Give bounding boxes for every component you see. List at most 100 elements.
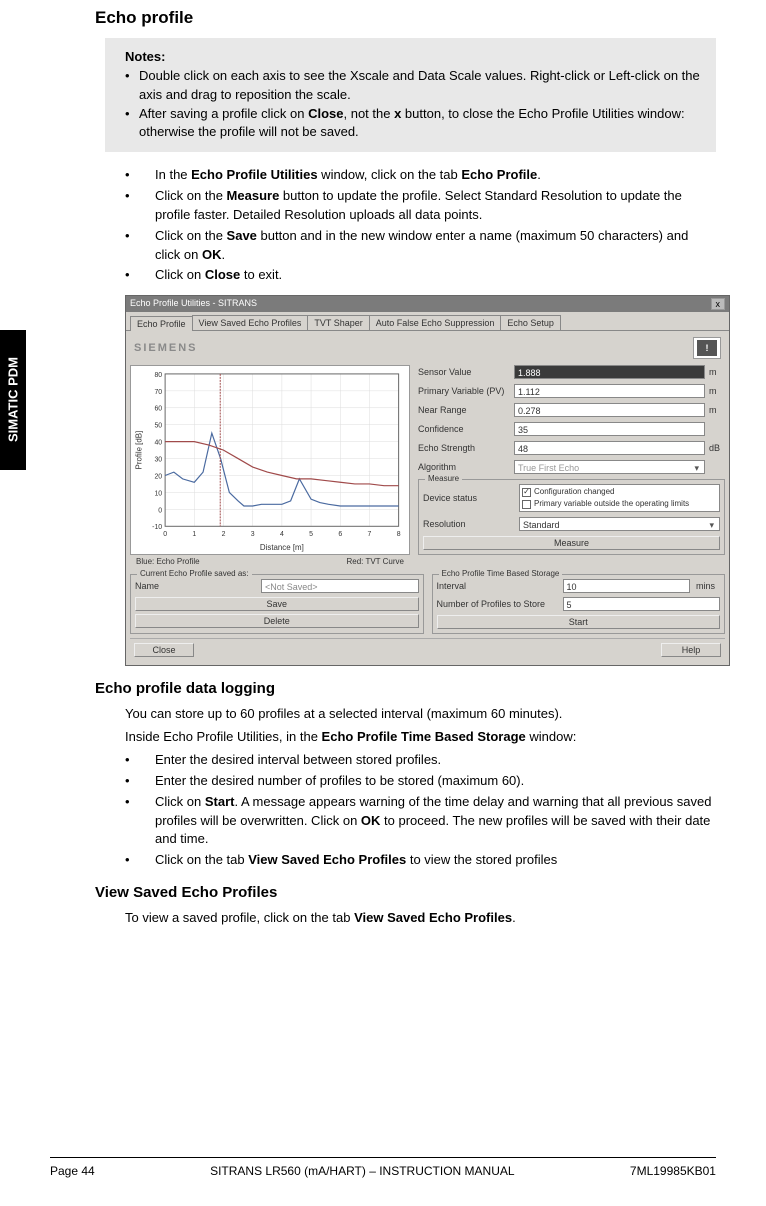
footer-title: SITRANS LR560 (mA/HART) – INSTRUCTION MA… xyxy=(210,1164,515,1178)
footer-page: Page 44 xyxy=(50,1164,95,1178)
storage-group: Echo Profile Time Based Storage Interval… xyxy=(432,574,726,634)
saved-group: Current Echo Profile saved as: Name<Not … xyxy=(130,574,424,634)
instruction-list-1: In the Echo Profile Utilities window, cl… xyxy=(95,166,716,285)
svg-text:0: 0 xyxy=(163,531,167,538)
group-label: Measure xyxy=(425,474,462,483)
notes-list: Double click on each axis to see the Xsc… xyxy=(125,67,704,142)
label-device-status: Device status xyxy=(423,493,515,503)
svg-text:4: 4 xyxy=(280,531,284,538)
svg-text:5: 5 xyxy=(309,531,313,538)
window-tabs: Echo Profile View Saved Echo Profiles TV… xyxy=(126,312,729,330)
instruction-list-2: Enter the desired interval between store… xyxy=(95,751,716,870)
svg-text:6: 6 xyxy=(338,531,342,538)
list-item: Click on Close to exit. xyxy=(125,266,716,285)
svg-text:60: 60 xyxy=(154,406,162,413)
status-text: Configuration changed xyxy=(534,486,615,498)
list-item: Click on the tab View Saved Echo Profile… xyxy=(125,851,716,870)
help-button[interactable]: Help xyxy=(661,643,721,657)
label-near-range: Near Range xyxy=(418,405,510,415)
list-item: Click on Start. A message appears warnin… xyxy=(125,793,716,850)
label-name: Name xyxy=(135,581,255,591)
svg-text:-10: -10 xyxy=(152,525,162,532)
tab-echo-setup[interactable]: Echo Setup xyxy=(500,315,561,330)
label-num-profiles: Number of Profiles to Store xyxy=(437,599,557,609)
field-echo-strength: 48 xyxy=(514,441,705,455)
unit: m xyxy=(709,386,725,396)
status-text: Primary variable outside the operating l… xyxy=(534,498,689,510)
delete-button[interactable]: Delete xyxy=(135,614,419,628)
notes-item: Double click on each axis to see the Xsc… xyxy=(125,67,704,105)
field-num-profiles[interactable]: 5 xyxy=(563,597,721,611)
group-label: Echo Profile Time Based Storage xyxy=(439,569,563,578)
field-name[interactable]: <Not Saved> xyxy=(261,579,419,593)
chart-svg: -1001020304050607080012345678Distance [m… xyxy=(131,366,409,554)
checkbox-icon xyxy=(522,500,531,509)
unit: m xyxy=(709,367,725,377)
svg-text:30: 30 xyxy=(154,457,162,464)
field-pv: 1.112 xyxy=(514,384,705,398)
legend-tvt: Red: TVT Curve xyxy=(346,557,404,566)
label-sensor-value: Sensor Value xyxy=(418,367,510,377)
list-item: Enter the desired interval between store… xyxy=(125,751,716,770)
unit: m xyxy=(709,405,725,415)
unit: dB xyxy=(709,443,725,453)
close-icon[interactable]: x xyxy=(711,298,726,310)
tab-tvt-shaper[interactable]: TVT Shaper xyxy=(307,315,369,330)
tab-echo-profile[interactable]: Echo Profile xyxy=(130,316,193,331)
svg-text:Distance [m]: Distance [m] xyxy=(260,543,304,552)
measure-group: Measure Device status ✓Configuration cha… xyxy=(418,479,725,555)
svg-text:2: 2 xyxy=(222,531,226,538)
tab-view-saved[interactable]: View Saved Echo Profiles xyxy=(192,315,309,330)
list-item: Enter the desired number of profiles to … xyxy=(125,772,716,791)
list-item: Click on the Save button and in the new … xyxy=(125,227,716,265)
svg-text:1: 1 xyxy=(192,531,196,538)
field-near-range: 0.278 xyxy=(514,403,705,417)
label-interval: Interval xyxy=(437,581,557,591)
save-button[interactable]: Save xyxy=(135,597,419,611)
label-confidence: Confidence xyxy=(418,424,510,434)
svg-text:40: 40 xyxy=(154,440,162,447)
warning-icon: ! xyxy=(693,337,721,359)
para: To view a saved profile, click on the ta… xyxy=(95,909,716,928)
notes-title: Notes: xyxy=(125,48,704,67)
svg-text:3: 3 xyxy=(251,531,255,538)
label-resolution: Resolution xyxy=(423,519,515,529)
svg-text:7: 7 xyxy=(368,531,372,538)
para: You can store up to 60 profiles at a sel… xyxy=(95,705,716,724)
list-item: In the Echo Profile Utilities window, cl… xyxy=(125,166,716,185)
field-device-status: ✓Configuration changed Primary variable … xyxy=(519,484,720,512)
field-algorithm[interactable]: True First Echo xyxy=(514,460,705,474)
svg-text:50: 50 xyxy=(154,423,162,430)
notes-box: Notes: Double click on each axis to see … xyxy=(105,38,716,152)
svg-text:8: 8 xyxy=(397,531,401,538)
heading-echo-profile: Echo profile xyxy=(95,8,716,28)
page-footer: Page 44 SITRANS LR560 (mA/HART) – INSTRU… xyxy=(50,1157,716,1178)
svg-text:Profile [dB]: Profile [dB] xyxy=(134,431,143,470)
start-button[interactable]: Start xyxy=(437,615,721,629)
label-pv: Primary Variable (PV) xyxy=(418,386,510,396)
field-sensor-value: 1.888 xyxy=(514,365,705,379)
unit-mins: mins xyxy=(696,581,720,591)
label-algorithm: Algorithm xyxy=(418,462,510,472)
legend-echo: Blue: Echo Profile xyxy=(136,557,200,566)
field-confidence: 35 xyxy=(514,422,705,436)
svg-text:10: 10 xyxy=(154,491,162,498)
siemens-logo: SIEMENS xyxy=(134,342,198,354)
echo-profile-window: Echo Profile Utilities - SITRANS x Echo … xyxy=(125,295,730,666)
echo-profile-chart: -1001020304050607080012345678Distance [m… xyxy=(130,365,410,555)
heading-view-saved: View Saved Echo Profiles xyxy=(95,884,716,901)
window-title: Echo Profile Utilities - SITRANS xyxy=(130,298,257,310)
checkbox-icon: ✓ xyxy=(522,488,531,497)
svg-text:20: 20 xyxy=(154,474,162,481)
heading-data-logging: Echo profile data logging xyxy=(95,680,716,697)
notes-item: After saving a profile click on Close, n… xyxy=(125,105,704,143)
list-item: Click on the Measure button to update th… xyxy=(125,187,716,225)
measure-button[interactable]: Measure xyxy=(423,536,720,550)
footer-doc-id: 7ML19985KB01 xyxy=(630,1164,716,1178)
tab-auto-false-echo[interactable]: Auto False Echo Suppression xyxy=(369,315,502,330)
label-echo-strength: Echo Strength xyxy=(418,443,510,453)
field-interval[interactable]: 10 xyxy=(563,579,691,593)
field-resolution[interactable]: Standard xyxy=(519,517,720,531)
window-titlebar: Echo Profile Utilities - SITRANS x xyxy=(126,296,729,312)
close-button[interactable]: Close xyxy=(134,643,194,657)
